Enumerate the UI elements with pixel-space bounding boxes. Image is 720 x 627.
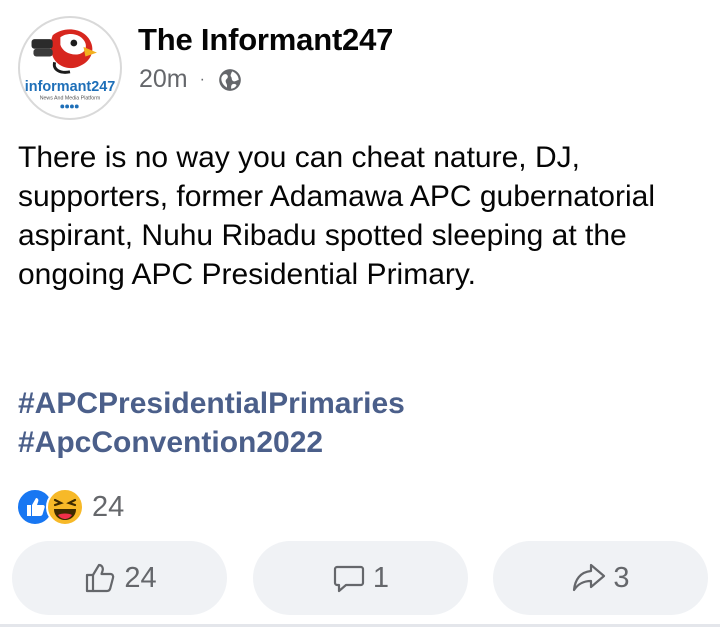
post-meta: 20m ·: [139, 65, 243, 94]
share-icon: [573, 563, 606, 592]
thumbs-up-icon: [86, 563, 115, 593]
post-header: informant247 News And Media Platform The…: [18, 16, 708, 126]
like-button[interactable]: 24: [12, 541, 227, 615]
logo-tagline: News And Media Platform: [40, 96, 101, 102]
globe-icon: [217, 67, 243, 93]
hashtag-list: #APCPresidentialPrimaries #ApcConvention…: [18, 384, 405, 462]
hashtag-link[interactable]: #ApcConvention2022: [18, 423, 405, 462]
share-button[interactable]: 3: [493, 541, 708, 615]
haha-icon: [46, 488, 84, 526]
logo-wordmark: informant247: [25, 79, 115, 95]
page-name[interactable]: The Informant247: [138, 22, 393, 58]
share-count: 3: [613, 561, 630, 594]
informant247-logo: informant247 News And Media Platform: [21, 19, 119, 117]
hashtag-link[interactable]: #APCPresidentialPrimaries: [18, 384, 405, 423]
comment-icon: [333, 565, 365, 593]
comment-count: 1: [372, 561, 390, 594]
post-actions: 24 1 3: [12, 541, 708, 615]
post-text: There is no way you can cheat nature, DJ…: [18, 141, 655, 291]
reaction-count: 24: [92, 490, 125, 523]
like-count: 24: [124, 561, 157, 594]
meta-separator: ·: [199, 70, 205, 88]
page-avatar[interactable]: informant247 News And Media Platform: [18, 16, 122, 120]
post-time[interactable]: 20m: [139, 65, 188, 94]
comment-button[interactable]: 1: [252, 541, 468, 615]
reaction-summary[interactable]: 24: [16, 488, 124, 526]
